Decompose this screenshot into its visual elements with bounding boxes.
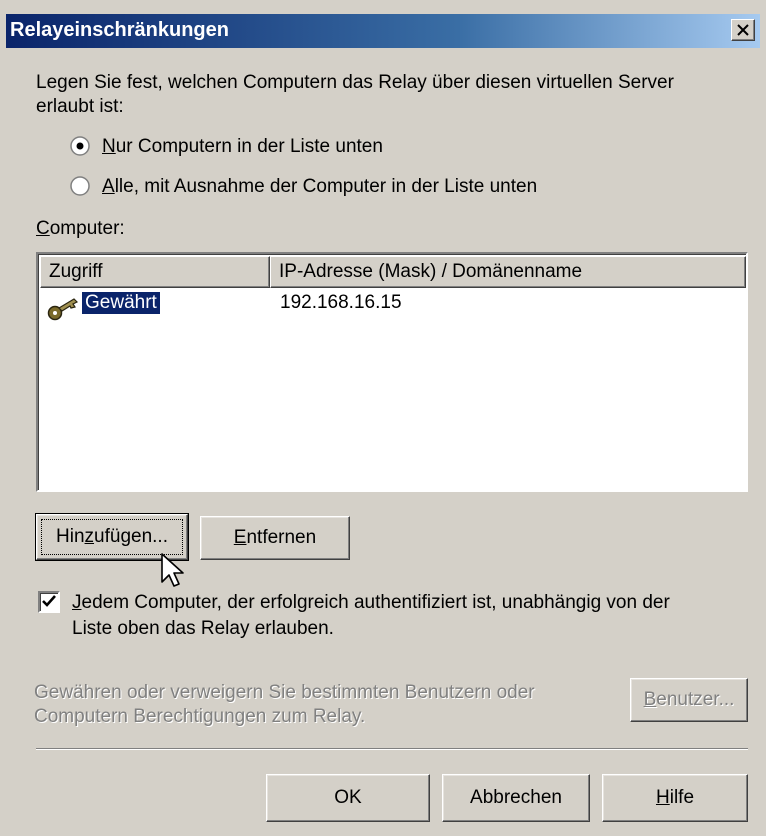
ok-button[interactable]: OK xyxy=(266,774,430,822)
radio-only-list-label[interactable]: Nur Computern in der Liste unten xyxy=(102,136,383,158)
computer-list-label: Computer: xyxy=(36,218,125,239)
table-row[interactable]: Gewährt 192.168.16.15 xyxy=(40,290,740,324)
column-header-address[interactable]: IP-Adresse (Mask) / Domänenname xyxy=(270,256,746,288)
close-button[interactable] xyxy=(731,19,755,41)
auth-relay-checkbox[interactable] xyxy=(38,591,60,613)
intro-text-line2: erlaubt ist: xyxy=(36,96,124,117)
close-icon xyxy=(737,24,749,36)
access-cell: Gewährt xyxy=(81,291,161,315)
cancel-button[interactable]: Abbrechen xyxy=(442,774,590,822)
auth-relay-label-line2: Liste oben das Relay erlauben. xyxy=(72,618,334,639)
relay-restrictions-dialog: Relayeinschränkungen Legen Sie fest, wel… xyxy=(0,0,766,836)
radio-only-list[interactable] xyxy=(70,136,90,156)
intro-text-line1: Legen Sie fest, welchen Computern das Re… xyxy=(36,72,674,93)
radio-all-except[interactable] xyxy=(70,176,90,196)
auth-relay-label-line1[interactable]: Jedem Computer, der erfolgreich authenti… xyxy=(72,592,670,614)
users-permission-text-line2: Computern Berechtigungen zum Relay. xyxy=(34,706,366,727)
users-button[interactable]: Benutzer... xyxy=(630,678,748,722)
remove-button[interactable]: Entfernen xyxy=(200,516,350,560)
title-bar[interactable]: Relayeinschränkungen xyxy=(6,14,760,48)
help-button[interactable]: Hilfe xyxy=(602,774,748,822)
computer-list[interactable]: Zugriff IP-Adresse (Mask) / Domänenname … xyxy=(36,252,748,492)
window-title: Relayeinschränkungen xyxy=(10,19,229,41)
column-header-access[interactable]: Zugriff xyxy=(40,256,270,288)
radio-all-except-label[interactable]: Alle, mit Ausnahme der Computer in der L… xyxy=(102,176,537,198)
users-permission-text-line1: Gewähren oder verweigern Sie bestimmten … xyxy=(34,682,535,703)
separator xyxy=(36,748,748,750)
mouse-cursor-icon xyxy=(161,553,184,587)
address-cell: 192.168.16.15 xyxy=(280,292,402,313)
key-icon xyxy=(47,298,79,321)
checkmark-icon xyxy=(42,595,56,607)
